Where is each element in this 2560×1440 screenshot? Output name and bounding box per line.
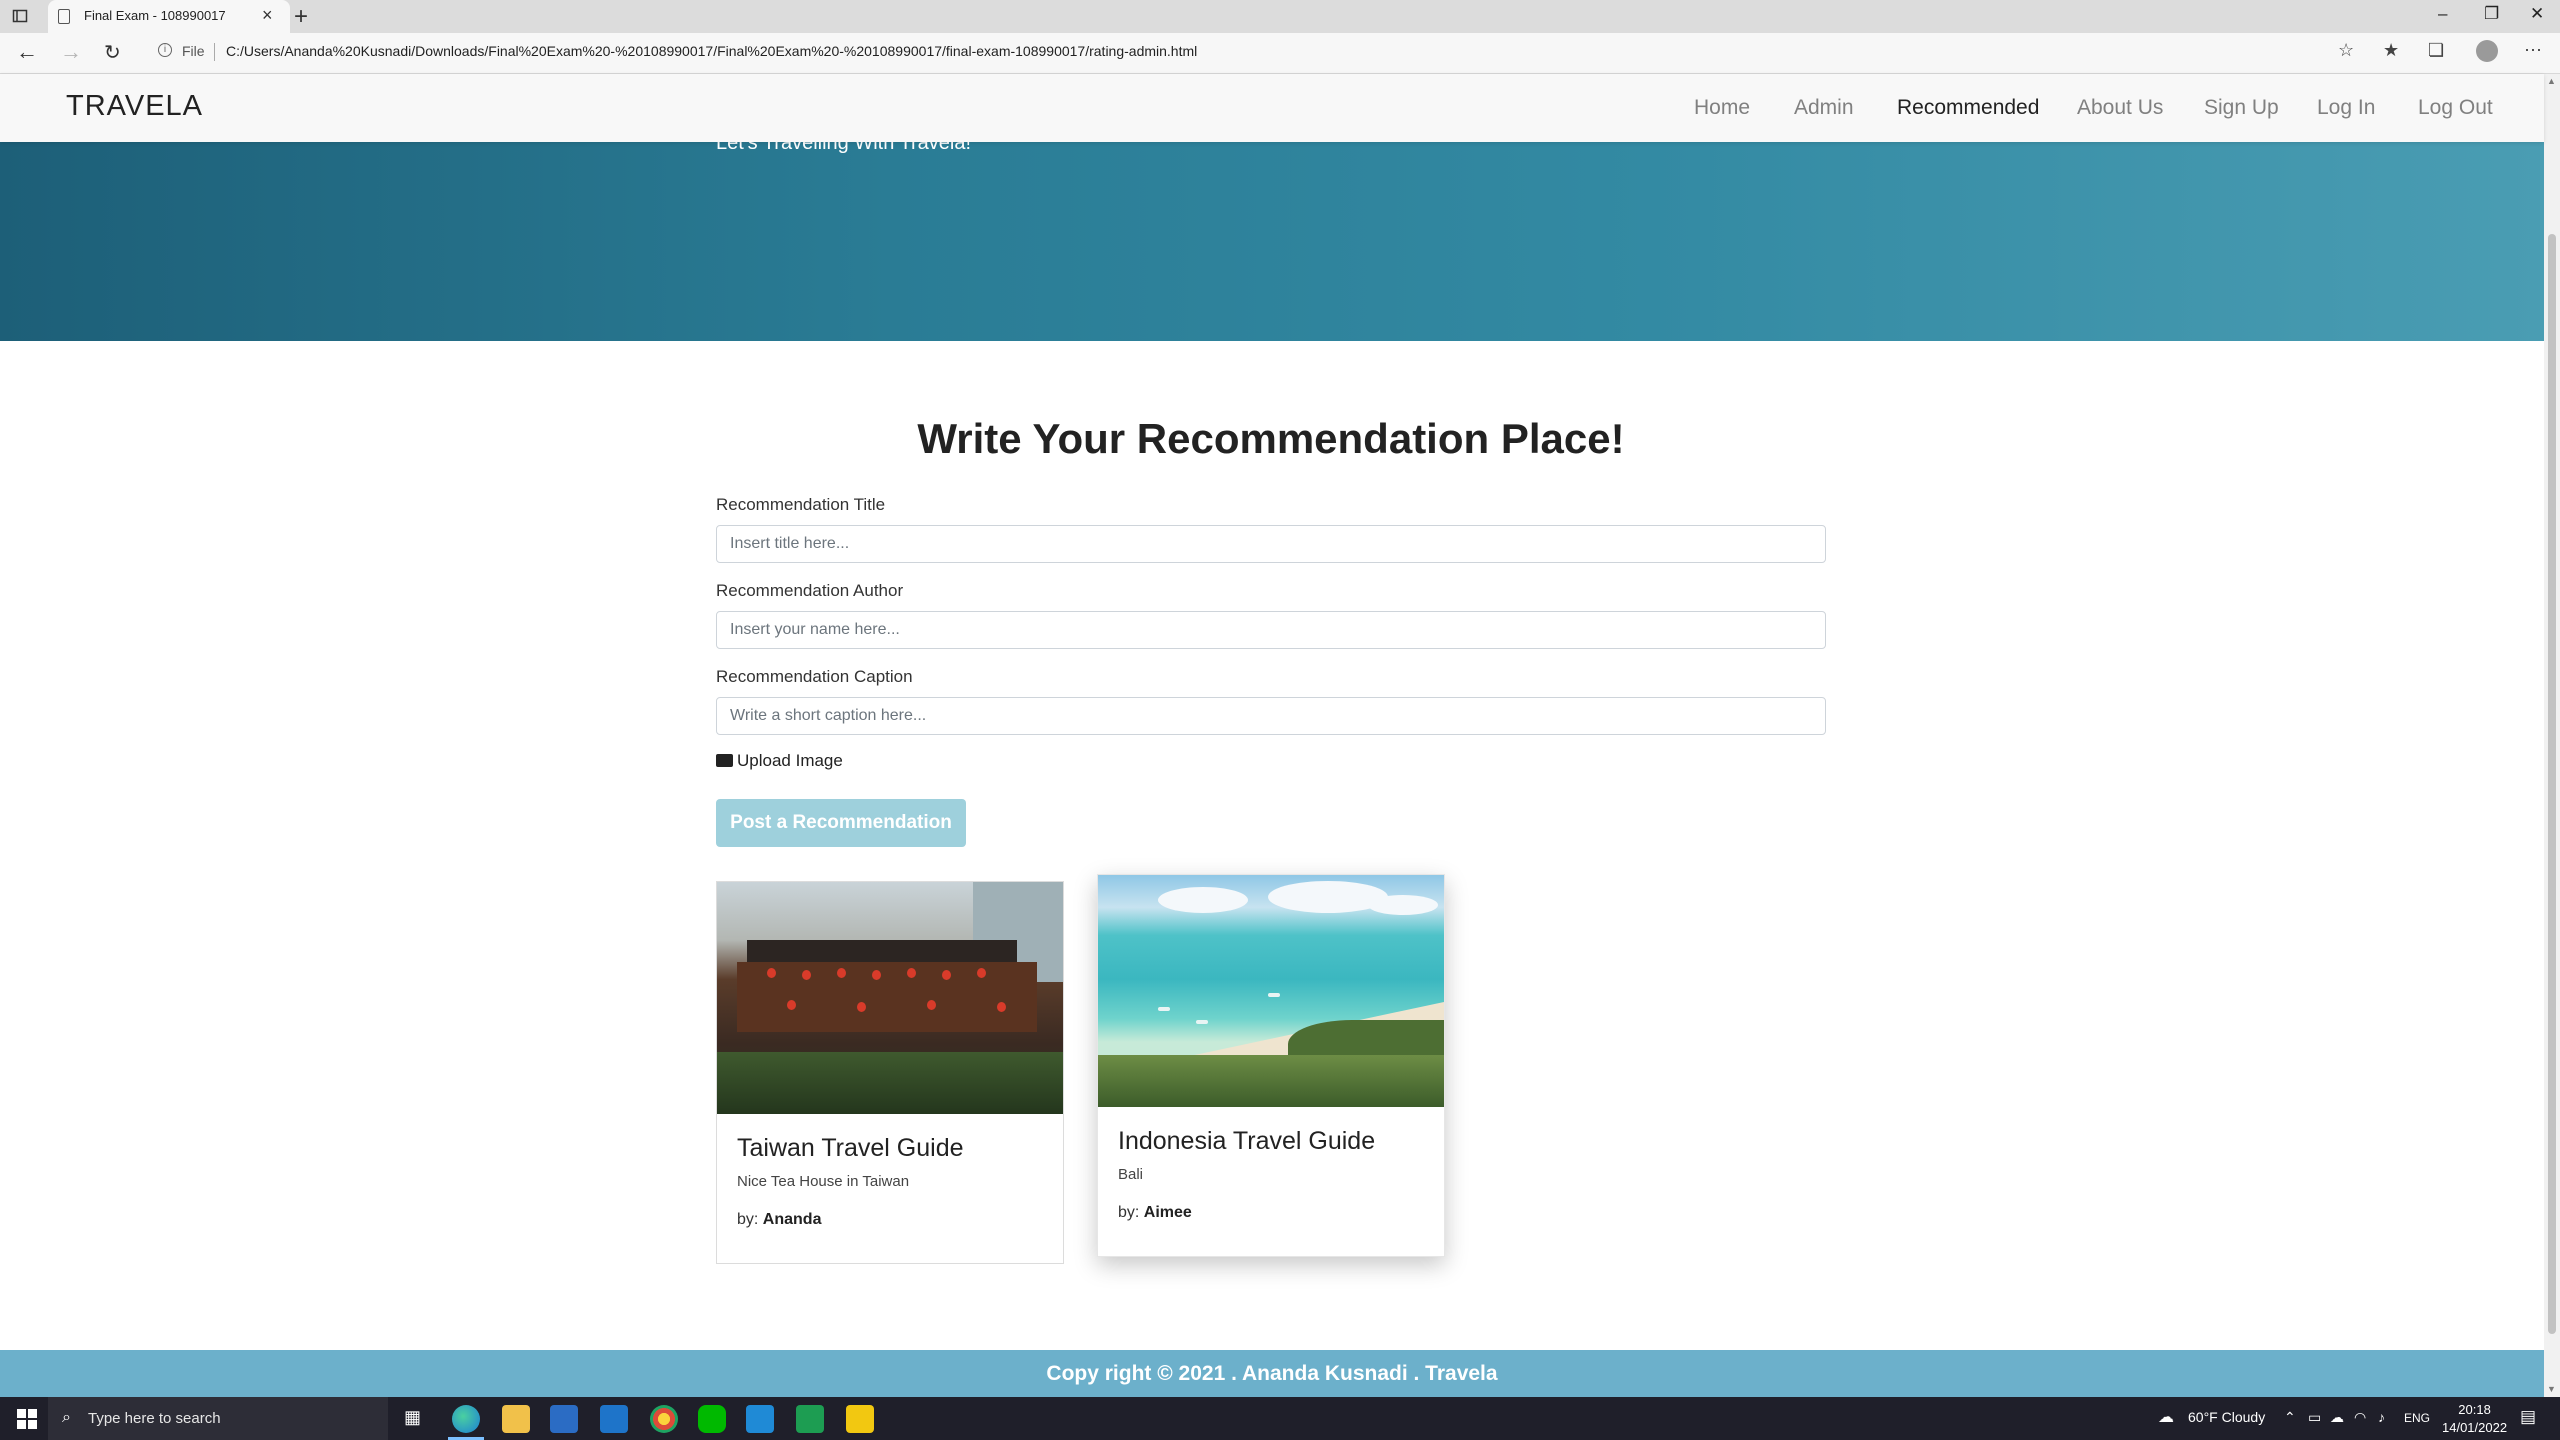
- card-caption: Bali: [1118, 1166, 1144, 1183]
- card-author-line: by: Aimee: [1118, 1204, 1192, 1222]
- card-author: Ananda: [762, 1211, 822, 1228]
- meet-now-icon[interactable]: ▭: [2308, 1409, 2321, 1426]
- card-title: Taiwan Travel Guide: [737, 1134, 964, 1162]
- upload-image-label: Upload Image: [737, 751, 843, 770]
- nav-sign-up[interactable]: Sign Up: [2204, 96, 2279, 120]
- file-explorer-icon[interactable]: [502, 1405, 530, 1433]
- browser-tab-strip: Final Exam - 108990017 × + – ❐ ✕: [0, 0, 2560, 33]
- form-heading: Write Your Recommendation Place!: [917, 415, 1625, 462]
- taskbar-search[interactable]: ⌕ Type here to search: [48, 1397, 388, 1440]
- tab-title: Final Exam - 108990017: [84, 8, 226, 23]
- chrome-icon[interactable]: [650, 1405, 678, 1433]
- taskbar-search-placeholder: Type here to search: [88, 1410, 221, 1427]
- minimize-icon[interactable]: –: [2438, 4, 2447, 24]
- scrollbar-thumb[interactable]: [2548, 234, 2556, 1334]
- caption-input[interactable]: [716, 697, 1826, 735]
- upload-image-button[interactable]: Upload Image: [716, 751, 843, 771]
- brand-logo[interactable]: TRAVELA: [66, 90, 203, 123]
- author-input[interactable]: [716, 611, 1826, 649]
- language-indicator[interactable]: ENG: [2404, 1411, 2430, 1425]
- card-by-prefix: by:: [1118, 1204, 1140, 1221]
- nav-recommended[interactable]: Recommended: [1897, 96, 2039, 120]
- new-tab-icon[interactable]: +: [294, 3, 308, 31]
- card-by-prefix: by:: [737, 1211, 759, 1228]
- image-icon: [716, 754, 733, 767]
- add-favorite-icon[interactable]: ☆: [2338, 40, 2354, 61]
- title-input[interactable]: [716, 525, 1826, 563]
- card-title: Indonesia Travel Guide: [1118, 1127, 1376, 1155]
- system-clock[interactable]: 20:18 14/01/2022: [2442, 1401, 2507, 1437]
- network-icon[interactable]: ◠: [2354, 1409, 2366, 1426]
- sticky-app-icon[interactable]: [846, 1405, 874, 1433]
- favorites-icon[interactable]: ★: [2383, 40, 2399, 61]
- recommendation-card-taiwan[interactable]: Taiwan Travel Guide Nice Tea House in Ta…: [716, 881, 1064, 1264]
- task-view-icon[interactable]: ▦: [404, 1407, 421, 1428]
- search-icon: ⌕: [62, 1409, 71, 1426]
- windows-start-icon[interactable]: [17, 1409, 37, 1429]
- close-window-icon[interactable]: ✕: [2530, 4, 2544, 24]
- show-hidden-icons[interactable]: ⌃: [2284, 1409, 2296, 1426]
- forward-icon[interactable]: →: [60, 39, 82, 65]
- more-icon[interactable]: ⋯: [2524, 40, 2542, 61]
- onedrive-icon[interactable]: ☁: [2330, 1409, 2344, 1426]
- card-caption: Nice Tea House in Taiwan: [737, 1173, 910, 1190]
- nav-home[interactable]: Home: [1694, 96, 1750, 120]
- bali-beach-image: [1098, 875, 1444, 1107]
- windows-taskbar: ⌕ Type here to search ▦ ☁ 60°F Cloudy ⌃ …: [0, 1397, 2560, 1440]
- profile-avatar[interactable]: [2476, 40, 2498, 62]
- spreadsheet-app-icon[interactable]: [796, 1405, 824, 1433]
- caption-label: Recommendation Caption: [716, 667, 913, 686]
- clock-time: 20:18: [2458, 1402, 2491, 1417]
- collections-icon[interactable]: ❏: [2428, 40, 2444, 61]
- back-icon[interactable]: ←: [16, 39, 38, 65]
- recommendation-card-indonesia[interactable]: Indonesia Travel Guide Bali by: Aimee: [1097, 874, 1445, 1257]
- address-separator: [214, 43, 215, 61]
- copyright-text: Copy right © 2021 . Ananda Kusnadi . Tra…: [1046, 1362, 1498, 1385]
- nav-log-in[interactable]: Log In: [2317, 96, 2375, 120]
- restore-icon[interactable]: ❐: [2484, 4, 2499, 24]
- mail-icon[interactable]: [600, 1405, 628, 1433]
- author-label: Recommendation Author: [716, 581, 904, 600]
- tab-actions-icon[interactable]: [12, 8, 29, 25]
- nav-admin[interactable]: Admin: [1794, 96, 1854, 120]
- volume-icon[interactable]: ♪: [2378, 1409, 2385, 1425]
- nav-log-out[interactable]: Log Out: [2418, 96, 2493, 120]
- store-icon[interactable]: [550, 1405, 578, 1433]
- page-icon: [58, 9, 70, 24]
- vscode-icon[interactable]: [746, 1405, 774, 1433]
- reload-icon[interactable]: ↻: [104, 40, 121, 65]
- url-field[interactable]: C:/Users/Ananda%20Kusnadi/Downloads/Fina…: [226, 43, 1197, 59]
- title-label: Recommendation Title: [716, 495, 886, 514]
- weather-text[interactable]: 60°F Cloudy: [2188, 1409, 2265, 1425]
- weather-icon[interactable]: ☁: [2158, 1407, 2174, 1427]
- file-label: File: [182, 43, 205, 59]
- site-navbar: TRAVELA Home Admin Recommended About Us …: [0, 74, 2544, 142]
- address-bar: ← → ↻ i File C:/Users/Ananda%20Kusnadi/D…: [0, 33, 2560, 74]
- vertical-scrollbar[interactable]: ▲ ▼: [2544, 74, 2560, 1397]
- close-tab-icon[interactable]: ×: [262, 5, 273, 26]
- post-recommendation-button[interactable]: Post a Recommendation: [716, 799, 966, 847]
- card-author: Aimee: [1143, 1204, 1192, 1221]
- edge-browser-icon[interactable]: [452, 1405, 480, 1433]
- line-app-icon[interactable]: [698, 1405, 726, 1433]
- nav-about-us[interactable]: About Us: [2077, 96, 2163, 120]
- scroll-down-icon[interactable]: ▼: [2547, 1384, 2556, 1394]
- taiwan-tea-house-image: [717, 882, 1063, 1114]
- clock-date: 14/01/2022: [2442, 1420, 2508, 1435]
- info-icon[interactable]: i: [158, 43, 172, 57]
- browser-tab[interactable]: Final Exam - 108990017 ×: [48, 0, 290, 33]
- hero-banner: Let's Travelling With Travela!: [0, 132, 2544, 341]
- scroll-up-icon[interactable]: ▲: [2547, 76, 2556, 86]
- page-footer: Copy right © 2021 . Ananda Kusnadi . Tra…: [0, 1350, 2544, 1397]
- card-author-line: by: Ananda: [737, 1211, 821, 1229]
- notifications-icon[interactable]: ▤: [2520, 1407, 2536, 1427]
